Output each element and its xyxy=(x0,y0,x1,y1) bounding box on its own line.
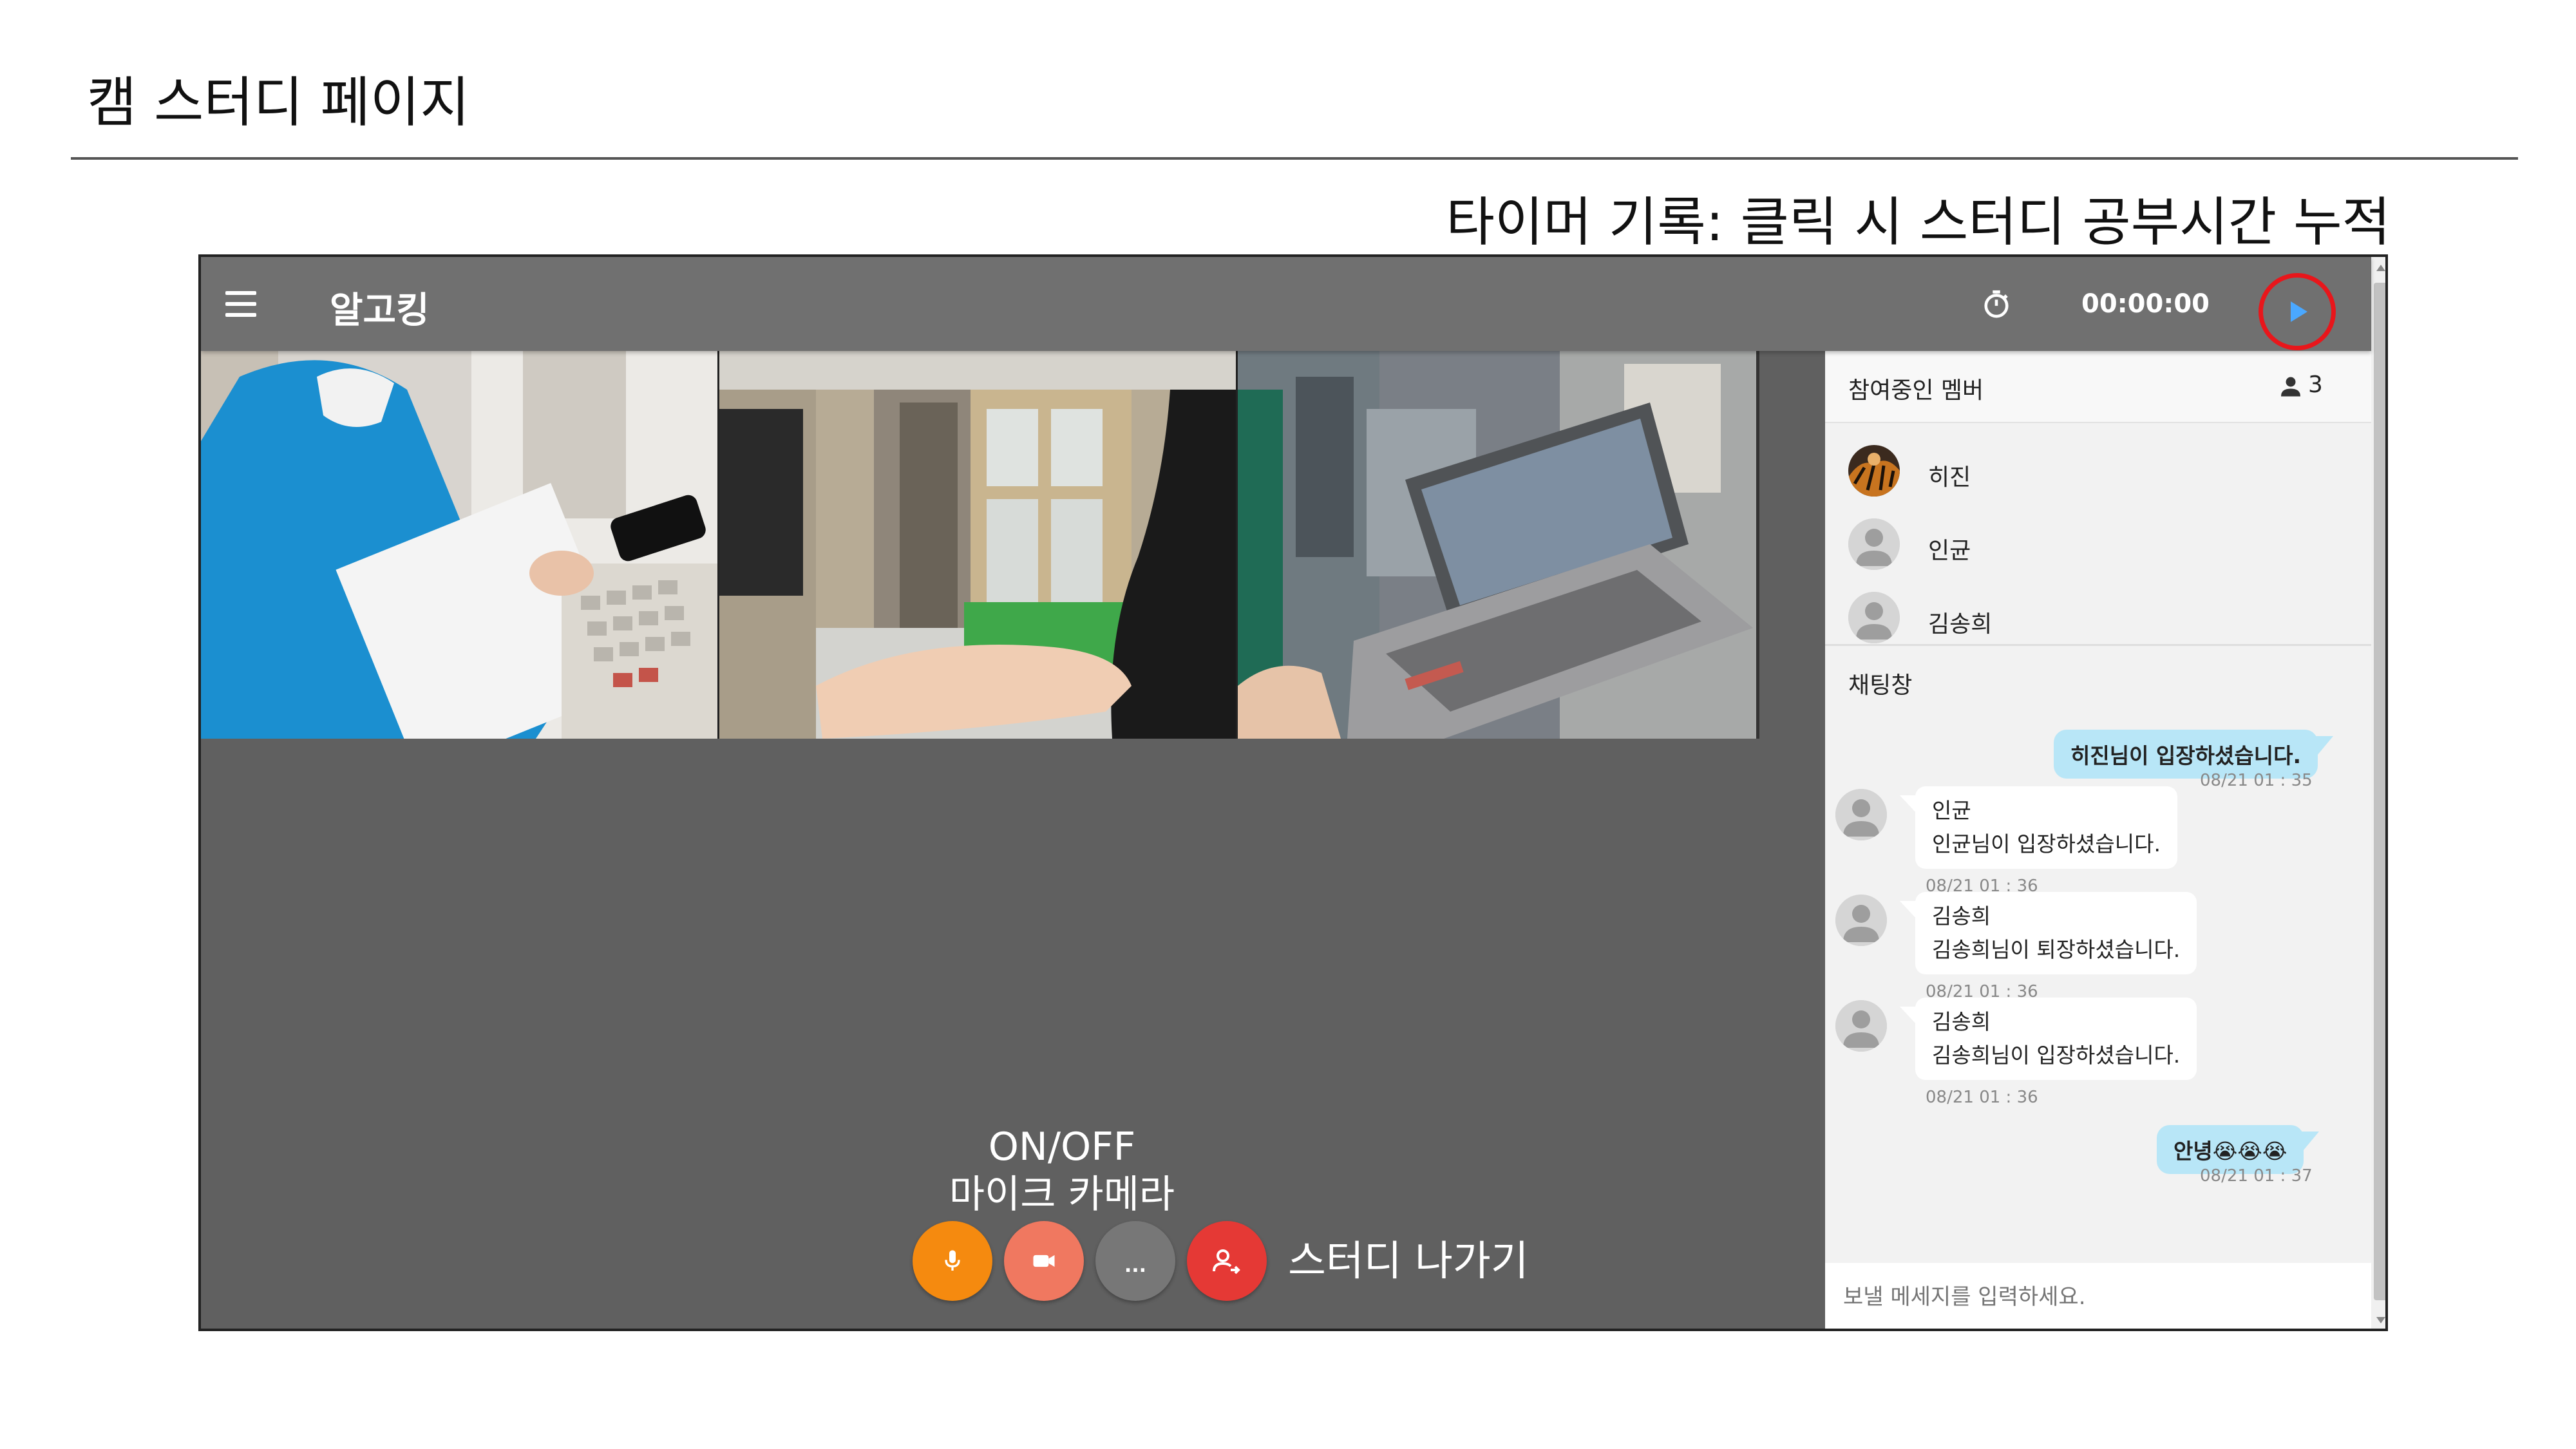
mic-camera-caption: ON/OFF 마이크 카메라 xyxy=(927,1123,1197,1218)
participant-video-1[interactable] xyxy=(201,351,719,739)
member-item[interactable]: 김송희 xyxy=(1825,576,2371,650)
chat-bubble-other: 인균 인균님이 입장하셨습니다. xyxy=(1900,786,2177,869)
microphone-icon xyxy=(945,1250,960,1271)
leave-icon xyxy=(1213,1249,1240,1274)
chat-bubble-other: 김송희 김송희님이 입장하셨습니다. xyxy=(1899,998,2197,1080)
avatar xyxy=(1835,895,1887,946)
leave-study-button[interactable] xyxy=(1187,1221,1267,1301)
avatar xyxy=(1848,592,1900,643)
video-grid xyxy=(201,351,1759,739)
message-sender: 인균 xyxy=(1932,798,1971,823)
members-header: 참여중인 멤버 3 xyxy=(1825,351,2371,423)
member-name: 히진 xyxy=(1928,464,1971,491)
scrollbar-thumb[interactable] xyxy=(2374,283,2385,1300)
app-logo[interactable]: 알고킹 xyxy=(330,281,430,334)
side-panel: 참여중인 멤버 3 히진 인균 김송희 채팅창 히진님이 입장하셨습니다. 08… xyxy=(1825,351,2371,1329)
leave-study-caption: 스터디 나가기 xyxy=(1288,1238,1529,1285)
onoff-label: ON/OFF xyxy=(988,1124,1136,1170)
app-topbar: 알고킹 00:00:00 xyxy=(201,257,2371,351)
participant-video-3[interactable] xyxy=(1238,351,1756,739)
message-sender: 김송희 xyxy=(1932,904,1991,929)
avatar xyxy=(1835,789,1887,840)
member-count: 3 xyxy=(2308,372,2323,398)
timer-display: 00:00:00 xyxy=(2081,289,2210,319)
message-sender: 김송희 xyxy=(1932,1009,1991,1034)
hamburger-menu-icon[interactable] xyxy=(225,291,256,317)
timer-play-button[interactable] xyxy=(2259,273,2336,350)
chat-message-input[interactable] xyxy=(1825,1263,2371,1329)
chat-header: 채팅창 xyxy=(1825,646,2371,710)
message-timestamp: 08/21 01 : 36 xyxy=(1926,1088,2038,1107)
chat-messages[interactable]: 히진님이 입장하셨습니다. 08/21 01 : 35 인균 인균님이 입장하셨… xyxy=(1825,710,2371,1205)
scroll-down-icon[interactable] xyxy=(2376,1317,2385,1323)
title-divider xyxy=(71,157,2518,160)
message-timestamp: 08/21 01 : 37 xyxy=(2200,1166,2313,1186)
more-options-button[interactable]: ... xyxy=(1095,1221,1175,1301)
timer-caption: 타이머 기록: 클릭 시 스터디 공부시간 누적 xyxy=(1446,192,2391,253)
member-name: 인균 xyxy=(1928,538,1971,564)
members-title: 참여중인 멤버 xyxy=(1848,377,1984,404)
stopwatch-icon xyxy=(1984,290,2009,318)
play-icon xyxy=(2291,301,2307,322)
member-name: 김송희 xyxy=(1928,611,1993,638)
mic-camera-label: 마이크 카메라 xyxy=(949,1172,1175,1217)
scroll-up-icon[interactable] xyxy=(2376,265,2385,271)
camera-toggle-button[interactable] xyxy=(1004,1221,1084,1301)
avatar xyxy=(1848,445,1900,497)
video-camera-icon xyxy=(1033,1255,1055,1267)
app-window: 알고킹 00:00:00 ON/OFF 마이크 카메라 ... 스터디 나가기 … xyxy=(198,254,2388,1331)
message-timestamp: 08/21 01 : 35 xyxy=(2200,771,2313,790)
page-title: 캠 스터디 페이지 xyxy=(87,71,470,134)
chat-title: 채팅창 xyxy=(1848,672,1913,699)
member-item[interactable]: 인균 xyxy=(1825,503,2371,576)
participant-video-2[interactable] xyxy=(719,351,1238,739)
message-text: 인균님이 입장하셨습니다. xyxy=(1932,831,2161,857)
person-icon xyxy=(2281,377,2300,397)
call-controls: ... xyxy=(913,1221,1267,1301)
avatar xyxy=(1835,1000,1887,1052)
scrollbar[interactable] xyxy=(2371,257,2385,1329)
chat-bubble-other: 김송희 김송희님이 퇴장하셨습니다. xyxy=(1899,892,2197,974)
mic-toggle-button[interactable] xyxy=(913,1221,992,1301)
avatar xyxy=(1848,518,1900,570)
member-item[interactable]: 히진 xyxy=(1825,430,2371,503)
message-text: 김송희님이 입장하셨습니다. xyxy=(1932,1043,2181,1068)
member-list: 히진 인균 김송희 xyxy=(1825,423,2371,646)
message-text: 김송희님이 퇴장하셨습니다. xyxy=(1932,937,2181,962)
